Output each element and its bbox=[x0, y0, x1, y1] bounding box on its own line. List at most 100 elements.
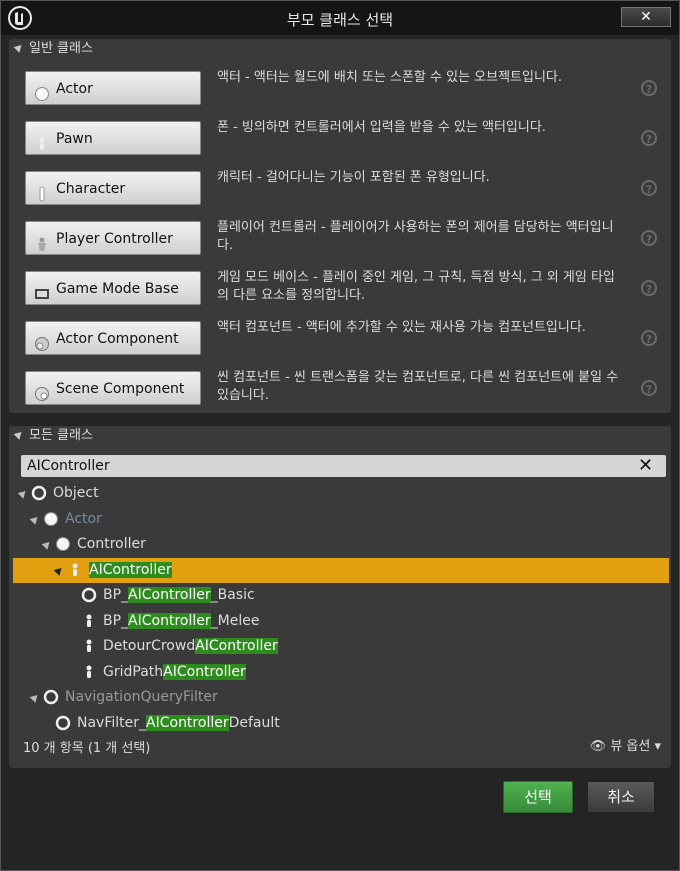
class-search-input[interactable]: AIController ✕ bbox=[21, 455, 666, 477]
select-button[interactable]: 선택 bbox=[503, 781, 573, 813]
tree-row[interactable]: Object bbox=[13, 481, 669, 506]
actor-icon bbox=[34, 81, 50, 101]
common-class-row: Pawn 폰 - 빙의하면 컨트롤러에서 입력을 받을 수 있는 액터입니다.? bbox=[9, 120, 671, 171]
object-icon bbox=[43, 689, 59, 705]
common-class-label: Character bbox=[56, 181, 126, 197]
tree-item-label: Actor bbox=[65, 507, 102, 532]
tree-row[interactable]: GridPathAIController bbox=[13, 660, 669, 685]
actor-icon bbox=[43, 511, 59, 527]
common-class-row: Actor 액터 - 액터는 월드에 배치 또는 스폰할 수 있는 오브젝트입니다… bbox=[9, 70, 671, 121]
view-options-button[interactable]: 👁 뷰 옵션 ▾ bbox=[590, 735, 661, 754]
label-match: AIController bbox=[89, 561, 172, 578]
tree-item-label: Object bbox=[53, 481, 99, 506]
collapse-triangle-icon bbox=[13, 429, 25, 440]
label-match: AIController bbox=[163, 663, 246, 680]
common-class-button[interactable]: Player Controller bbox=[25, 221, 201, 255]
label-prefix: GridPath bbox=[103, 663, 164, 680]
common-class-button[interactable]: Game Mode Base bbox=[25, 271, 201, 305]
all-classes-header[interactable]: 모든 클래스 bbox=[13, 426, 93, 446]
common-class-description: 액터 - 액터는 월드에 배치 또는 스폰할 수 있는 오브젝트입니다. bbox=[217, 70, 563, 85]
common-class-button[interactable]: Actor Component bbox=[25, 321, 201, 355]
help-icon[interactable]: ? bbox=[641, 330, 657, 346]
common-class-button[interactable]: Actor bbox=[25, 71, 201, 105]
common-classes-title: 일반 클래스 bbox=[29, 41, 93, 56]
expand-arrow-icon[interactable] bbox=[29, 513, 41, 525]
common-class-button[interactable]: Character bbox=[25, 171, 201, 205]
tree-row[interactable]: NavigationQueryFilter bbox=[13, 685, 669, 710]
tree-row[interactable]: Actor bbox=[13, 507, 669, 532]
pawn-icon bbox=[67, 562, 83, 578]
item-count-label: 10 개 항목 (1 개 선택) bbox=[23, 741, 151, 756]
actor-component-icon bbox=[34, 331, 50, 351]
tree-row[interactable]: DetourCrowdAIController bbox=[13, 634, 669, 659]
tree-row[interactable]: BP_AIController_Basic bbox=[13, 583, 669, 608]
help-icon[interactable]: ? bbox=[641, 380, 657, 396]
pawn-icon bbox=[81, 664, 97, 680]
common-class-description: 씬 컴포넌트 - 씬 트랜스폼을 갖는 컴포넌트로, 다른 씬 컴포넌트에 붙일… bbox=[217, 370, 619, 403]
expand-arrow-icon[interactable] bbox=[41, 539, 53, 550]
dialog-title: 부모 클래스 선택 bbox=[286, 11, 394, 29]
common-classes-header[interactable]: 일반 클래스 bbox=[13, 39, 93, 59]
label-match: AIController bbox=[128, 587, 211, 603]
tree-item-label: NavigationQueryFilter bbox=[65, 685, 218, 710]
object-icon bbox=[55, 715, 71, 731]
character-icon bbox=[34, 181, 50, 202]
label-prefix: DetourCrowd bbox=[103, 638, 196, 654]
label-prefix: Object bbox=[53, 485, 99, 501]
label-match: AIController bbox=[195, 638, 278, 654]
all-classes-section: 모든 클래스 AIController ✕ Object Actor Controll… bbox=[9, 426, 671, 768]
common-class-button[interactable]: Scene Component bbox=[25, 371, 201, 405]
common-class-row: Character 캐릭터 - 걸어다니는 기능이 포함된 폰 유형입니다.? bbox=[9, 170, 671, 221]
help-icon[interactable]: ? bbox=[641, 130, 657, 146]
common-class-row: Scene Component 씬 컴포넌트 - 씬 트랜스폼을 갖는 컴포넌트로… bbox=[9, 370, 671, 421]
label-match: AIController bbox=[146, 714, 229, 731]
expand-arrow-icon[interactable] bbox=[17, 488, 29, 499]
help-icon[interactable]: ? bbox=[641, 80, 657, 96]
close-button[interactable]: ✕ bbox=[621, 7, 671, 27]
common-class-label: Actor Component bbox=[56, 331, 179, 347]
tree-row[interactable]: BP_AIController_Melee bbox=[13, 609, 669, 634]
clear-search-icon[interactable]: ✕ bbox=[638, 457, 656, 475]
tree-item-label: GridPathAIController bbox=[103, 660, 246, 685]
label-suffix: _Melee bbox=[210, 612, 260, 629]
help-icon[interactable]: ? bbox=[641, 180, 657, 196]
common-class-description: 캐릭터 - 걸어다니는 기능이 포함된 폰 유형입니다. bbox=[217, 170, 490, 185]
common-class-label: Player Controller bbox=[56, 231, 173, 247]
label-prefix: NavigationQueryFilter bbox=[65, 689, 218, 705]
common-class-description: 게임 모드 베이스 - 플레이 중인 게임, 그 규칙, 득점 방식, 그 외 … bbox=[217, 270, 615, 303]
title-bar[interactable]: 부모 클래스 선택 ✕ bbox=[1, 1, 679, 35]
label-prefix: BP_ bbox=[103, 612, 129, 629]
tree-row[interactable]: AIController bbox=[13, 557, 669, 583]
help-icon[interactable]: ? bbox=[641, 280, 657, 296]
view-options-label: 뷰 옵션 bbox=[610, 739, 651, 754]
eye-icon: 👁 bbox=[589, 739, 607, 754]
collapse-triangle-icon bbox=[13, 42, 25, 53]
common-class-button[interactable]: Pawn bbox=[25, 121, 201, 155]
common-class-label: Actor bbox=[56, 81, 93, 97]
label-match: AIController bbox=[128, 612, 211, 629]
common-class-description: 폰 - 빙의하면 컨트롤러에서 입력을 받을 수 있는 액터입니다. bbox=[217, 120, 546, 135]
common-class-label: Game Mode Base bbox=[56, 281, 179, 297]
label-prefix: Actor bbox=[65, 510, 102, 527]
tree-item-label: Controller bbox=[77, 532, 146, 557]
tree-item-label: BP_AIController_Melee bbox=[103, 609, 259, 634]
common-class-row: Actor Component 액터 컴포넌트 - 액터에 추가할 수 있는 재사… bbox=[9, 320, 671, 371]
help-icon[interactable]: ? bbox=[641, 230, 657, 246]
common-class-label: Scene Component bbox=[56, 381, 185, 397]
label-suffix: _Basic bbox=[210, 587, 255, 603]
expand-arrow-icon[interactable] bbox=[53, 564, 65, 576]
tree-item-label: DetourCrowdAIController bbox=[103, 634, 278, 659]
common-class-label: Pawn bbox=[56, 131, 93, 147]
object-icon bbox=[81, 587, 97, 603]
tree-row[interactable]: NavFilter_AIControllerDefault bbox=[13, 711, 669, 736]
game-mode-icon bbox=[34, 281, 50, 299]
common-classes-section: 일반 클래스 Actor 액터 - 액터는 월드에 배치 또는 스폰할 수 있는 … bbox=[9, 39, 671, 413]
actor-icon bbox=[55, 536, 71, 552]
label-prefix: NavFilter_ bbox=[77, 714, 147, 731]
label-suffix: Default bbox=[228, 714, 280, 731]
expand-arrow-icon[interactable] bbox=[29, 692, 41, 703]
common-class-description: 플레이어 컨트롤러 - 플레이어가 사용하는 폰의 제어를 담당하는 액터입니다… bbox=[217, 220, 614, 253]
tree-row[interactable]: Controller bbox=[13, 532, 669, 557]
pawn-icon bbox=[81, 638, 97, 654]
cancel-button[interactable]: 취소 bbox=[587, 781, 655, 813]
